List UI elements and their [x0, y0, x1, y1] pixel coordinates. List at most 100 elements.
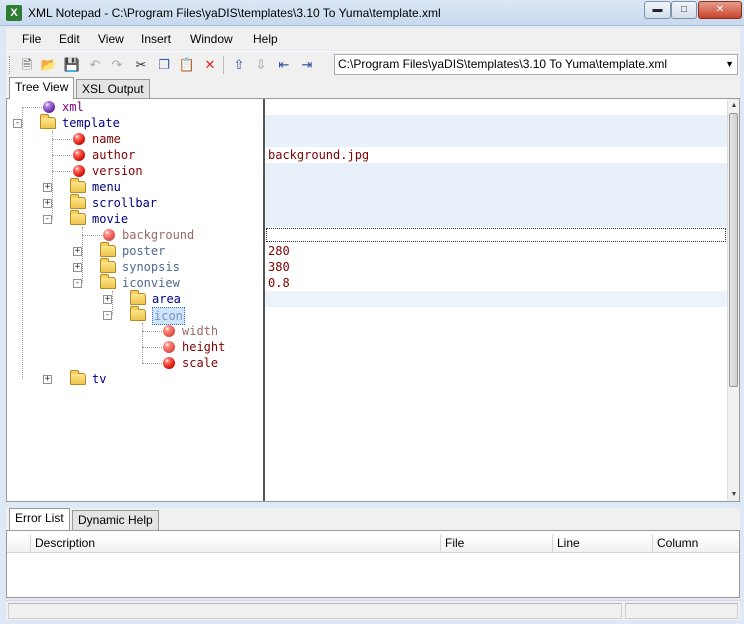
node-label: scale	[182, 356, 219, 370]
tree-node-icon[interactable]: - icon	[7, 306, 263, 325]
nudge-left-icon[interactable]: ⇤	[275, 56, 293, 74]
node-label: scrollbar	[92, 196, 158, 210]
toolbar: 🗎 📂 💾 ↶ ↷ ✂ ❐ 📋 ✕ ⇧ ⇩ ⇤ ⇥ C:\Program Fil…	[6, 51, 740, 77]
tree-node-scale[interactable]: scale	[7, 355, 263, 371]
vertical-scrollbar[interactable]: ▲ ▼	[727, 99, 739, 501]
tree-node-iconview[interactable]: - iconview	[7, 274, 263, 291]
expand-icon[interactable]: +	[43, 375, 52, 384]
tree-node-synopsis[interactable]: + synopsis	[7, 258, 263, 275]
maximize-button[interactable]: □	[671, 1, 697, 19]
menu-help[interactable]: Help	[253, 32, 278, 46]
folder-icon	[100, 274, 116, 289]
menu-edit[interactable]: Edit	[59, 32, 80, 46]
tab-dynamic-help[interactable]: Dynamic Help	[72, 510, 159, 530]
folder-icon	[70, 370, 86, 385]
tree-node-version[interactable]: version	[7, 163, 263, 179]
expand-icon[interactable]: +	[73, 263, 82, 272]
menu-window[interactable]: Window	[190, 32, 233, 46]
tab-tree-view[interactable]: Tree View	[9, 77, 75, 99]
attribute-icon	[163, 325, 175, 337]
paste-icon[interactable]: 📋	[178, 56, 196, 74]
node-label: author	[92, 148, 136, 162]
folder-icon	[70, 194, 86, 209]
collapse-icon[interactable]: -	[73, 279, 82, 288]
tree-node-template[interactable]: - template	[7, 114, 263, 131]
folder-icon	[70, 210, 86, 225]
scroll-up-icon[interactable]: ▲	[728, 99, 740, 112]
node-label: iconview	[122, 276, 180, 290]
bottom-tabs: Error List Dynamic Help	[6, 508, 740, 530]
value-row-band	[265, 291, 727, 307]
xml-notepad-icon: X	[6, 5, 22, 21]
cut-icon[interactable]: ✂	[132, 56, 150, 74]
tree-node-poster[interactable]: + poster	[7, 242, 263, 259]
value-row-band	[265, 163, 727, 227]
value-pane[interactable]: background.jpg 280 380 0.8	[265, 99, 727, 501]
copy-icon[interactable]: ❐	[155, 56, 173, 74]
tab-error-list[interactable]: Error List	[9, 508, 70, 530]
status-segment-main	[8, 603, 622, 619]
menu-view[interactable]: View	[98, 32, 124, 46]
chevron-down-icon[interactable]: ▼	[725, 55, 734, 74]
nudge-down-icon[interactable]: ⇩	[252, 56, 270, 74]
file-path-combo[interactable]: C:\Program Files\yaDIS\templates\3.10 To…	[334, 54, 738, 75]
value-poster[interactable]: 280	[265, 243, 727, 259]
expand-icon[interactable]: +	[43, 183, 52, 192]
tree-node-background[interactable]: background	[7, 227, 263, 243]
expand-icon[interactable]: +	[103, 295, 112, 304]
tree-node-height[interactable]: height	[7, 339, 263, 355]
error-list-header: Description File Line Column	[7, 535, 739, 553]
save-icon[interactable]: 💾	[63, 56, 81, 74]
menu-insert[interactable]: Insert	[141, 32, 171, 46]
close-button[interactable]: ✕	[698, 1, 742, 19]
attribute-icon	[103, 229, 115, 241]
expand-icon[interactable]: +	[43, 199, 52, 208]
scroll-thumb[interactable]	[729, 113, 738, 387]
value-row-focus[interactable]	[266, 228, 726, 242]
tree-node-tv[interactable]: + tv	[7, 370, 263, 387]
folder-icon	[100, 242, 116, 257]
menu-file[interactable]: File	[22, 32, 41, 46]
open-folder-icon[interactable]: 📂	[40, 56, 58, 74]
tree-node-xml[interactable]: xml	[7, 99, 263, 115]
nudge-up-icon[interactable]: ⇧	[230, 56, 248, 74]
tree-node-movie[interactable]: - movie	[7, 210, 263, 227]
tree-node-menu[interactable]: + menu	[7, 178, 263, 195]
tree-node-scrollbar[interactable]: + scrollbar	[7, 194, 263, 211]
value-row-band	[265, 115, 727, 147]
collapse-icon[interactable]: -	[103, 311, 112, 320]
new-file-icon[interactable]: 🗎	[18, 56, 36, 74]
toolbar-grip[interactable]	[9, 56, 12, 74]
value-iconview[interactable]: 0.8	[265, 275, 727, 291]
column-line[interactable]: Line	[553, 535, 653, 553]
node-label: height	[182, 340, 226, 354]
attribute-icon	[73, 149, 85, 161]
value-synopsis[interactable]: 380	[265, 259, 727, 275]
node-label: poster	[122, 244, 166, 258]
redo-icon[interactable]: ↷	[108, 56, 126, 74]
collapse-icon[interactable]: -	[43, 215, 52, 224]
tree-guide	[52, 139, 72, 140]
tree-node-name[interactable]: name	[7, 131, 263, 147]
collapse-icon[interactable]: -	[13, 119, 22, 128]
nudge-right-icon[interactable]: ⇥	[298, 56, 316, 74]
expand-icon[interactable]: +	[73, 247, 82, 256]
node-label: menu	[92, 180, 121, 194]
tree-node-width[interactable]: width	[7, 323, 263, 339]
node-label: background	[122, 228, 195, 242]
scroll-down-icon[interactable]: ▼	[728, 488, 740, 501]
value-author[interactable]: background.jpg	[265, 147, 727, 163]
node-label: tv	[92, 372, 107, 386]
column-column[interactable]: Column	[653, 535, 739, 553]
status-segment-right	[625, 603, 738, 619]
tree-pane[interactable]: xml - template name author version + men…	[7, 99, 263, 501]
column-file[interactable]: File	[441, 535, 553, 553]
tree-node-area[interactable]: + area	[7, 290, 263, 307]
minimize-button[interactable]: ▬	[644, 1, 671, 19]
node-label: xml	[62, 100, 84, 114]
column-description[interactable]: Description	[31, 535, 441, 553]
undo-icon[interactable]: ↶	[86, 56, 104, 74]
tab-xsl-output[interactable]: XSL Output	[76, 79, 150, 99]
delete-icon[interactable]: ✕	[201, 56, 219, 74]
tree-node-author[interactable]: author	[7, 147, 263, 163]
